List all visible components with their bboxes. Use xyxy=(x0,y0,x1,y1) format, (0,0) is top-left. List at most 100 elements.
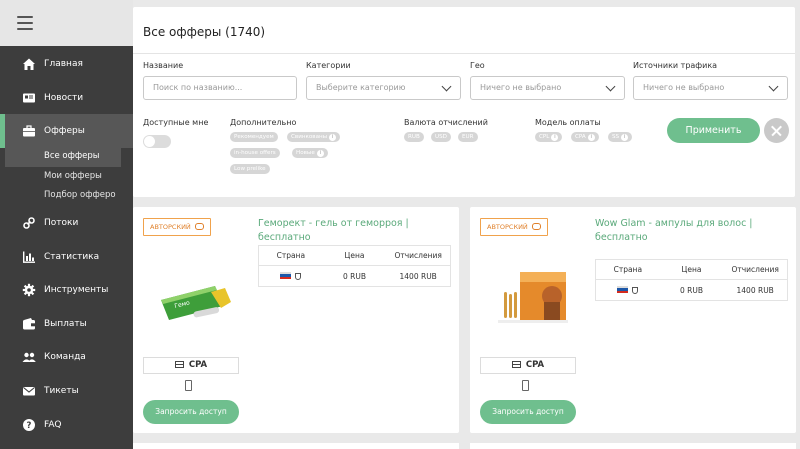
chip-label: USD xyxy=(435,134,447,140)
sidebar-item-offers[interactable]: Офферы xyxy=(0,114,133,148)
chip-label: CPL xyxy=(539,134,550,140)
table-row: 0 RUB 1400 RUB xyxy=(596,280,787,300)
sidebar-item-faq[interactable]: ? FAQ xyxy=(0,408,133,442)
svg-text:?: ? xyxy=(27,421,32,431)
chip-recommended[interactable]: Рекомендуем xyxy=(230,132,278,142)
chip-label: RUB xyxy=(408,134,420,140)
offer-card: АВТОРСКИЙ Wow Glam - ампулы для волос | … xyxy=(470,207,796,433)
country-cell xyxy=(596,285,660,295)
badge-label: АВТОРСКИЙ xyxy=(150,223,191,231)
mobile-icon xyxy=(185,380,192,391)
chip-label: EUR xyxy=(462,134,474,140)
th-country: Страна xyxy=(613,265,643,274)
sidebar-item-statistics[interactable]: Статистика xyxy=(0,240,133,274)
sidebar-item-tools[interactable]: Инструменты xyxy=(0,273,133,307)
chip-cpl[interactable]: CPL i xyxy=(535,132,563,142)
offer-title[interactable]: Wow Glam - ампулы для волос | бесплатно xyxy=(595,217,785,245)
chip-in-house[interactable]: in-house offers xyxy=(230,148,280,158)
chip-label: SS xyxy=(612,134,620,140)
chip-low-prelike[interactable]: Low prelike xyxy=(230,164,270,174)
name-search-input[interactable]: Поиск по названию... xyxy=(143,76,297,100)
sidebar-item-label: Статистика xyxy=(44,252,100,262)
chip-eur[interactable]: EUR xyxy=(458,132,478,142)
available-label: Доступные мне xyxy=(143,118,209,127)
mail-icon xyxy=(22,384,36,398)
payout-cell: 1400 RUB xyxy=(399,271,437,281)
submenu-my-offers[interactable]: Мои офферы xyxy=(5,167,121,187)
info-icon[interactable]: i xyxy=(551,133,559,141)
geo-select[interactable]: Ничего не выбрано xyxy=(470,76,625,100)
chip-usd[interactable]: USD xyxy=(431,132,451,142)
info-icon[interactable]: i xyxy=(587,133,595,141)
briefcase-icon xyxy=(22,124,36,138)
chip-cpa[interactable]: CPA i xyxy=(571,132,599,142)
sidebar-item-label: Тикеты xyxy=(44,386,79,396)
bar-chart-icon xyxy=(22,250,36,264)
available-toggle[interactable] xyxy=(143,135,171,148)
sidebar-item-label: Новости xyxy=(44,93,84,103)
russia-flag-icon xyxy=(617,285,629,294)
page-title: Все офферы (1740) xyxy=(143,25,266,39)
info-icon[interactable]: i xyxy=(621,133,629,141)
sidebar-item-team[interactable]: Команда xyxy=(0,340,133,374)
category-select[interactable]: Выберите категорию xyxy=(306,76,461,100)
price-cell: 0 RUB xyxy=(343,271,367,281)
chip-rub[interactable]: RUB xyxy=(404,132,424,142)
reset-filters-button[interactable] xyxy=(764,118,789,143)
author-badge: АВТОРСКИЙ xyxy=(143,218,211,236)
chip-ss[interactable]: SS i xyxy=(608,132,633,142)
question-icon: ? xyxy=(22,418,36,432)
offer-table: Страна Цена Отчисления 0 RUB 1400 RUB xyxy=(258,245,451,287)
product-image xyxy=(490,262,575,332)
sidebar-item-tickets[interactable]: Тикеты xyxy=(0,374,133,408)
apply-button[interactable]: Применить xyxy=(667,118,760,143)
card-icon xyxy=(174,361,184,368)
shield-icon xyxy=(632,286,639,294)
th-payout: Отчисления xyxy=(394,251,442,260)
sidebar-item-news[interactable]: Новости xyxy=(0,81,133,115)
sidebar-item-label: Офферы xyxy=(44,126,85,136)
offers-submenu: Все офферы Мои офферы Подбор офферо xyxy=(5,147,121,206)
chip-new[interactable]: Новые i xyxy=(292,148,328,158)
traffic-sources-select[interactable]: Ничего не выбрано xyxy=(633,76,788,100)
sidebar-item-payouts[interactable]: Выплаты xyxy=(0,307,133,341)
submenu-all-offers[interactable]: Все офферы xyxy=(5,147,121,167)
name-label: Название xyxy=(143,61,184,70)
wallet-icon xyxy=(22,317,36,331)
next-offer-card-top xyxy=(133,443,459,449)
mobile-icon xyxy=(522,380,529,391)
sidebar-item-label: Команда xyxy=(44,352,86,362)
russia-flag-icon xyxy=(280,271,292,280)
th-country: Страна xyxy=(276,251,306,260)
badge-icon xyxy=(194,223,204,230)
request-access-button[interactable]: Запросить доступ xyxy=(480,400,576,424)
chip-label: Рекомендуем xyxy=(234,134,274,140)
price-cell: 0 RUB xyxy=(680,285,704,295)
sidebar-item-label: Выплаты xyxy=(44,319,87,329)
submenu-offer-selection[interactable]: Подбор офферо xyxy=(5,186,121,206)
gear-icon xyxy=(22,283,36,297)
menu-icon[interactable] xyxy=(17,16,33,30)
offer-title[interactable]: Геморект - гель от геморроя | бесплатно xyxy=(258,217,448,245)
th-price: Цена xyxy=(681,265,702,274)
category-label: Категории xyxy=(306,61,351,70)
geo-label: Гео xyxy=(470,61,485,70)
link-icon xyxy=(22,216,36,230)
table-row: 0 RUB 1400 RUB xyxy=(259,266,450,286)
country-cell xyxy=(259,271,323,281)
sidebar-item-home[interactable]: Главная xyxy=(0,47,133,81)
extra-label: Дополнительно xyxy=(230,118,297,127)
badge-icon xyxy=(531,223,541,230)
team-icon xyxy=(22,350,36,364)
chip-label: CPA xyxy=(575,134,586,140)
chip-linked[interactable]: Свинкованы i xyxy=(287,132,341,142)
sidebar-item-label: Инструменты xyxy=(44,285,109,295)
sidebar-item-streams[interactable]: Потоки xyxy=(0,206,133,240)
request-access-button[interactable]: Запросить доступ xyxy=(143,400,239,424)
th-payout: Отчисления xyxy=(731,265,779,274)
chip-label: Low prelike xyxy=(234,166,266,172)
info-icon[interactable]: i xyxy=(316,149,324,157)
offer-type-box: CPA xyxy=(480,357,576,374)
author-badge: АВТОРСКИЙ xyxy=(480,218,548,236)
info-icon[interactable]: i xyxy=(329,133,337,141)
